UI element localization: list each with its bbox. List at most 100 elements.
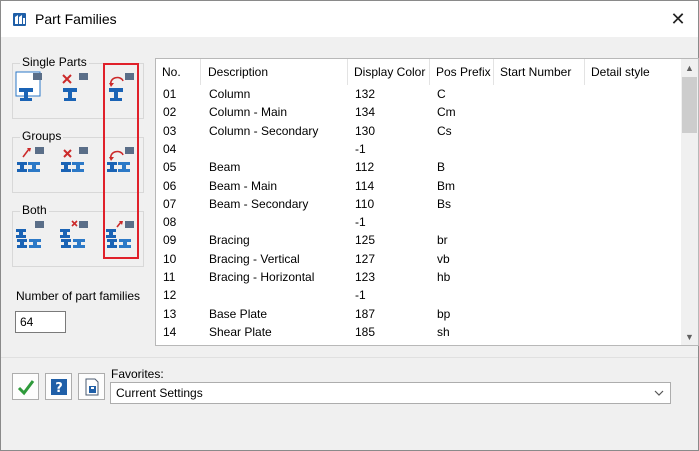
cell-start-number [494,286,585,304]
scroll-down-icon[interactable]: ▼ [681,328,698,345]
cell-display-color: -1 [355,141,366,156]
table-row[interactable]: 15Clip Angle / Web Angle183 [156,341,682,345]
cell-pos-prefix: Bs [437,196,452,211]
table-row[interactable]: 01 Column 132 C [156,85,682,103]
cell-start-number [494,122,585,140]
group-add-icon[interactable] [15,145,45,175]
cell-detail-style [585,286,682,304]
cell-pos-prefix: vb [437,251,450,266]
ok-check-icon[interactable] [12,373,39,400]
column-header-display-color[interactable]: Display Color [348,59,430,85]
cell-detail-style [585,341,682,345]
cell-display-color: 183 [348,341,430,345]
table-row[interactable]: 11 Bracing - Horizontal 123 hb [156,268,682,286]
table-row[interactable]: 07 Beam - Secondary 110 Bs [156,195,682,213]
cell-detail-style [585,213,682,231]
cell-description [202,213,348,231]
table-row[interactable]: 02 Column - Main 134 Cm [156,103,682,121]
cell-start-number [494,103,585,121]
cell-description: Column [209,87,251,101]
single-part-add-icon[interactable] [15,71,45,101]
cell-no: 06 [163,178,177,193]
table-row[interactable]: 09 Bracing 125 br [156,231,682,249]
cell-no: 11 [163,270,176,284]
column-header-description[interactable]: Description [202,59,348,85]
cell-start-number [494,250,585,268]
cell-display-color: 187 [355,306,376,321]
table-row[interactable]: 13 Base Plate 187 bp [156,305,682,323]
cell-no: 13 [163,306,177,321]
cell-pos-prefix [430,140,494,158]
close-icon[interactable]: ✕ [658,1,698,37]
table-row[interactable]: 12 -1 [156,286,682,304]
cell-display-color: -1 [355,288,366,303]
both-remove-icon[interactable] [59,219,89,249]
cell-detail-style [585,231,682,249]
cell-no: 14 [163,324,177,339]
single-part-remove-icon[interactable] [59,71,89,101]
cell-detail-style [585,103,682,121]
part-families-count-input[interactable] [15,311,66,333]
save-settings-icon[interactable] [78,373,105,400]
group-remove-icon[interactable] [59,145,89,175]
cell-description: Bracing - Vertical [209,251,300,266]
cell-no: 12 [163,288,177,303]
cell-no: 04 [163,141,177,156]
cell-description: Beam - Main [209,178,278,193]
table-row[interactable]: 10 Bracing - Vertical 127 vb [156,250,682,268]
scroll-up-icon[interactable]: ▲ [681,59,698,76]
help-icon[interactable]: ? [45,373,72,400]
cell-pos-prefix: br [437,233,448,248]
cell-no: 09 [163,233,177,248]
column-header-start-number[interactable]: Start Number [494,59,585,85]
cell-pos-prefix: B [437,160,446,175]
cell-detail-style [585,85,682,103]
both-add-icon[interactable] [15,219,45,249]
svg-text:?: ? [55,381,63,396]
cell-display-color: 127 [355,251,376,266]
column-header-pos-prefix[interactable]: Pos Prefix [430,59,494,85]
cell-pos-prefix: bp [437,306,451,321]
cell-description: Beam - Secondary [209,196,309,211]
cell-pos-prefix: Bm [437,178,455,193]
cell-pos-prefix: Cm [437,105,456,120]
part-families-count-label: Number of part families [16,289,141,303]
cell-display-color: 112 [355,160,375,175]
cell-display-color: 130 [355,123,376,138]
cell-start-number [494,158,585,176]
table-row[interactable]: 04 -1 [156,140,682,158]
highlight-frame [103,63,139,259]
single-parts-label: Single Parts [20,55,89,69]
column-header-detail-style[interactable]: Detail style [585,59,682,85]
table-row[interactable]: 06 Beam - Main 114 Bm [156,177,682,195]
bottom-separator [1,357,698,358]
scroll-thumb[interactable] [682,77,697,133]
both-label: Both [20,203,49,217]
chevron-down-icon [654,390,664,396]
table-row[interactable]: 03 Column - Secondary 130 Cs [156,122,682,140]
table-row[interactable]: 05 Beam 112 B [156,158,682,176]
cell-description: Clip Angle / Web Angle [202,341,348,345]
cell-start-number [494,323,585,341]
cell-description: Shear Plate [209,324,272,339]
column-header-no[interactable]: No. [156,59,201,85]
cell-detail-style [585,305,682,323]
table-scrollbar[interactable]: ▲ ▼ [681,59,698,345]
table-row[interactable]: 08 -1 [156,213,682,231]
table-row[interactable]: 14 Shear Plate 185 sh [156,323,682,341]
cell-description: Bracing - Horizontal [209,270,315,284]
cell-no: 15 [156,341,202,345]
cell-description: Base Plate [209,306,268,321]
cell-no: 10 [163,251,177,266]
table-header: No. Description Display Color Pos Prefix… [156,59,682,85]
favorites-value: Current Settings [116,386,203,400]
cell-description: Column - Secondary [209,123,319,138]
cell-no: 08 [163,215,177,230]
part-families-table: No. Description Display Color Pos Prefix… [155,58,699,346]
favorites-select[interactable]: Current Settings [110,382,671,404]
cell-start-number [494,140,585,158]
cell-description: Bracing [209,233,250,248]
cell-description [202,140,348,158]
cell-pos-prefix: C [437,87,446,101]
groups-label: Groups [20,129,64,143]
